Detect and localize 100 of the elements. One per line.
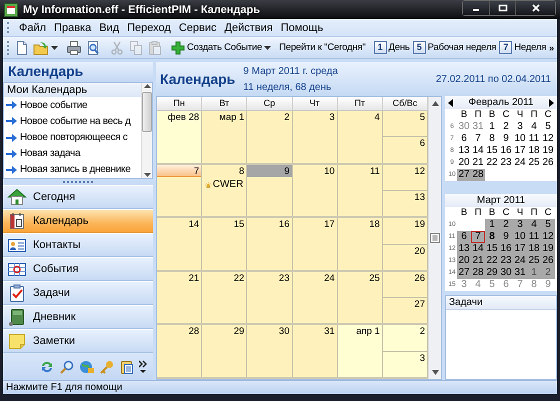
date-cell[interactable]: 3 — [513, 121, 527, 133]
view-button[interactable]: 5 Рабочая неделя — [412, 38, 498, 58]
day-cell[interactable]: 31 — [292, 325, 338, 377]
day-cell[interactable]: 28 — [157, 325, 202, 377]
clipboard-icon[interactable] — [119, 358, 135, 374]
date-cell[interactable]: 31 — [513, 267, 527, 279]
day-cell[interactable]: 17 — [292, 218, 338, 270]
date-cell[interactable]: 25 — [527, 157, 541, 169]
day-cell[interactable]: 6 — [382, 137, 428, 163]
day-cell[interactable]: 3 — [292, 111, 338, 163]
day-cell[interactable]: 14 — [157, 218, 202, 270]
quick-action-link[interactable]: Новая запись в дневнике — [4, 162, 141, 178]
date-cell[interactable]: 2 — [499, 121, 513, 133]
quick-action-link[interactable]: Новая задача — [4, 146, 141, 162]
menu-item[interactable]: Файл — [15, 22, 50, 34]
event-title[interactable]: CWER — [212, 179, 244, 190]
quick-action-link[interactable]: Новое событие — [4, 97, 141, 114]
minimize-button[interactable] — [463, 1, 489, 15]
date-cell[interactable]: 18 — [527, 243, 541, 255]
date-cell[interactable]: 15 — [485, 243, 499, 255]
scroll-grip-icon[interactable] — [430, 233, 440, 243]
globe-lock-icon[interactable] — [79, 358, 95, 374]
date-cell[interactable]: 26 — [541, 157, 555, 169]
date-cell[interactable]: 13 — [457, 243, 471, 255]
toolbar-button[interactable]: Перейти к "Сегодня" — [278, 38, 367, 58]
date-cell[interactable]: 7 — [471, 231, 485, 243]
date-cell[interactable]: 7 — [513, 279, 527, 291]
date-cell[interactable]: 8 — [485, 133, 499, 145]
day-cell[interactable]: 30 — [247, 325, 292, 377]
day-cell[interactable]: 26 — [382, 272, 428, 298]
day-cell[interactable]: 12 — [382, 164, 428, 191]
close-button[interactable] — [515, 1, 555, 15]
day-cell[interactable]: 21 — [157, 272, 202, 324]
scroll-thumb[interactable] — [142, 92, 152, 132]
date-cell[interactable]: 27 — [457, 169, 471, 181]
day-cell[interactable]: апр 1 — [338, 325, 383, 377]
menu-item[interactable]: Правка — [50, 22, 96, 34]
date-cell[interactable]: 6 — [457, 133, 471, 145]
day-cell[interactable]: 22 — [202, 272, 248, 324]
date-cell[interactable]: 3 — [513, 219, 527, 231]
date-cell[interactable]: 1 — [527, 267, 541, 279]
date-cell[interactable]: 8 — [485, 231, 499, 243]
day-cell[interactable]: 18 — [338, 218, 383, 270]
day-cell[interactable]: 3 — [382, 352, 428, 377]
nav-item[interactable]: Задачи — [3, 281, 153, 305]
day-cell[interactable]: 27 — [382, 298, 428, 324]
day-cell[interactable]: 2 — [382, 325, 428, 352]
day-cell[interactable]: 11 — [338, 164, 383, 216]
date-cell[interactable]: 23 — [499, 255, 513, 267]
date-cell[interactable]: 21 — [471, 255, 485, 267]
day-cell[interactable]: 29 — [202, 325, 248, 377]
overflow-button[interactable]: » — [548, 38, 555, 58]
date-cell[interactable]: 30 — [499, 267, 513, 279]
day-cell[interactable]: 23 — [247, 272, 292, 324]
scroll-up-icon[interactable] — [432, 101, 438, 106]
day-cell[interactable]: 5 — [382, 111, 428, 138]
date-cell[interactable]: 24 — [513, 157, 527, 169]
date-cell[interactable]: 14 — [471, 243, 485, 255]
day-cell[interactable]: 9 — [247, 164, 292, 216]
day-cell[interactable]: 15 — [202, 218, 248, 270]
date-cell[interactable]: 10 — [513, 231, 527, 243]
date-cell[interactable]: 29 — [485, 267, 499, 279]
quick-action-link[interactable]: Новое событие на весь д — [4, 113, 141, 130]
date-cell[interactable]: 18 — [527, 145, 541, 157]
date-cell[interactable]: 4 — [527, 121, 541, 133]
day-cell[interactable]: 13 — [382, 190, 428, 216]
date-cell[interactable]: 14 — [471, 145, 485, 157]
chevron-icon[interactable] — [139, 360, 147, 374]
date-cell[interactable]: 21 — [471, 157, 485, 169]
day-cell[interactable]: 25 — [338, 272, 383, 324]
nav-item[interactable]: Календарь — [3, 209, 153, 233]
day-cell[interactable]: 10 — [292, 164, 338, 216]
date-cell[interactable]: 9 — [499, 231, 513, 243]
date-cell[interactable]: 12 — [541, 133, 555, 145]
date-cell[interactable]: 10 — [513, 133, 527, 145]
date-cell[interactable]: 2 — [499, 219, 513, 231]
day-cell[interactable]: фев 28 — [157, 111, 202, 163]
menu-item[interactable]: Сервис — [174, 22, 220, 34]
date-cell[interactable]: 27 — [457, 267, 471, 279]
date-cell[interactable]: 9 — [499, 133, 513, 145]
menu-item[interactable]: Переход — [123, 22, 175, 34]
nav-item[interactable]: Дневник — [3, 305, 153, 329]
previous-month-icon[interactable] — [448, 98, 453, 106]
date-cell[interactable]: 7 — [471, 133, 485, 145]
quick-action-link[interactable]: Новое повторяющееся с — [4, 129, 141, 146]
day-cell[interactable]: 24 — [292, 272, 338, 324]
date-cell[interactable]: 26 — [541, 255, 555, 267]
next-month-icon[interactable] — [549, 98, 554, 106]
date-cell[interactable]: 15 — [485, 145, 499, 157]
view-button[interactable]: 7 Неделя — [498, 38, 548, 58]
date-cell[interactable]: 24 — [513, 255, 527, 267]
date-cell[interactable]: 5 — [541, 219, 555, 231]
scroll-down-icon[interactable] — [432, 370, 438, 375]
date-cell[interactable]: 6 — [457, 231, 471, 243]
day-cell[interactable]: 16 — [247, 218, 292, 270]
date-cell[interactable]: 1 — [485, 219, 499, 231]
date-cell[interactable]: 12 — [541, 231, 555, 243]
date-cell[interactable]: 22 — [485, 255, 499, 267]
date-cell[interactable]: 2 — [541, 267, 555, 279]
date-cell[interactable]: 31 — [471, 121, 485, 133]
